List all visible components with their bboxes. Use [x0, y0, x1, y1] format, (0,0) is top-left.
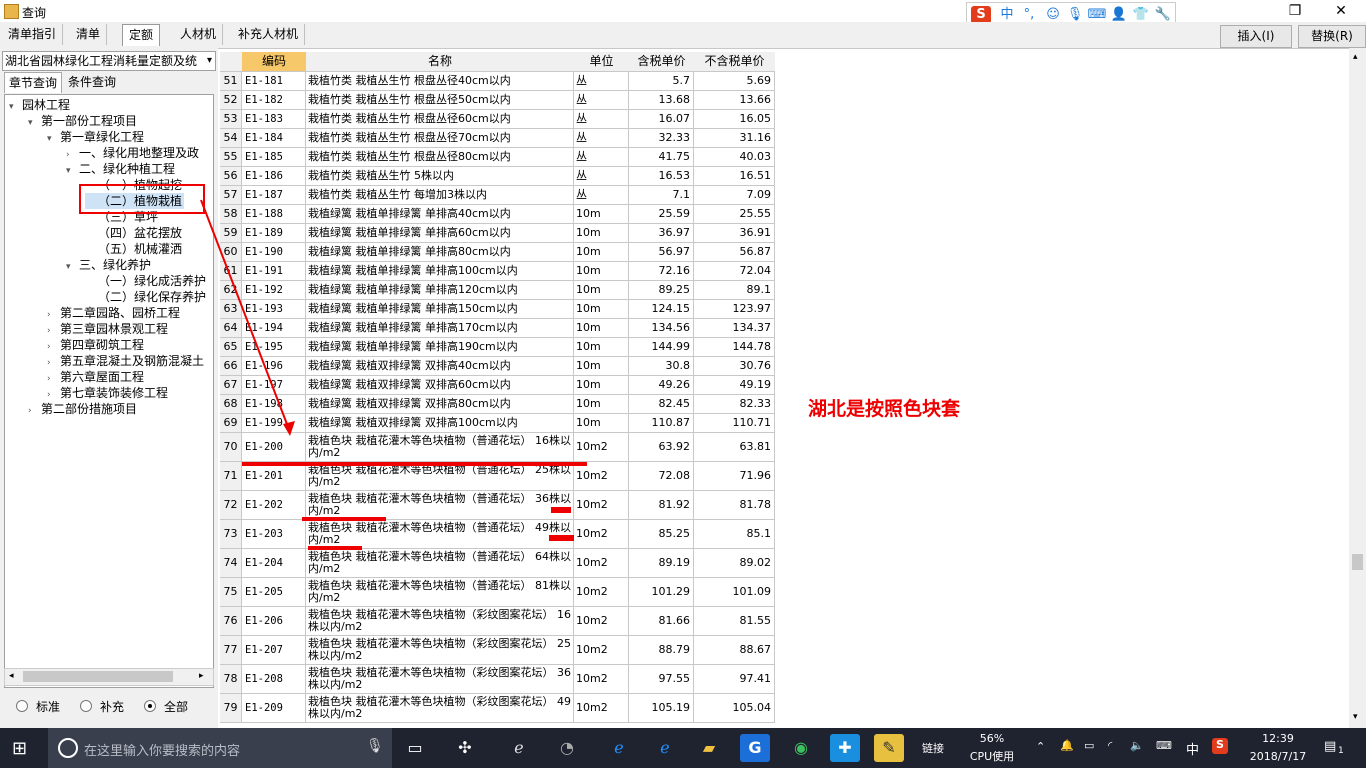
keyboard-icon[interactable]: ⌨: [1156, 739, 1172, 752]
search-box[interactable]: 在这里输入你要搜索的内容 🎙: [48, 728, 392, 768]
mic-icon[interactable]: 🎙: [366, 738, 384, 754]
folder-icon[interactable]: ▰: [694, 734, 724, 762]
cpu-percent: 56%: [979, 732, 1005, 745]
glodon-icon[interactable]: G: [740, 734, 770, 762]
360-icon[interactable]: ◉: [786, 734, 816, 762]
annotation-mark: [549, 535, 574, 541]
quota-app-icon[interactable]: ✎: [874, 734, 904, 762]
sogou-tray-icon[interactable]: S: [1212, 738, 1228, 754]
annotation-note: 湖北是按照色块套: [808, 398, 961, 420]
plus-app-icon[interactable]: ✚: [830, 734, 860, 762]
cpu-label: CPU使用: [969, 750, 1015, 763]
volume-icon[interactable]: 🔈: [1130, 739, 1144, 752]
wifi-icon[interactable]: ◜: [1108, 739, 1112, 752]
clock-date[interactable]: 2018/7/17: [1248, 750, 1308, 763]
ie-blue-icon[interactable]: ℯ: [650, 734, 680, 762]
clock-time[interactable]: 12:39: [1248, 732, 1308, 745]
search-placeholder: 在这里输入你要搜索的内容: [84, 744, 241, 759]
windows-start-icon[interactable]: ⊞: [12, 738, 27, 759]
annotation-underline: [242, 462, 587, 466]
annotation-underline: [302, 517, 386, 521]
link-label[interactable]: 链接: [922, 740, 944, 756]
taskbar: ⊞ 在这里输入你要搜索的内容 🎙 ▭ ✣ ℯ ◔ ℯ ℯ ▰ G ◉ ✚ ✎ 链…: [0, 728, 1366, 768]
battery-icon[interactable]: ▭: [1084, 739, 1094, 752]
annotation-arrow: [200, 199, 295, 436]
notification-icon[interactable]: ▤: [1324, 739, 1336, 754]
chevron-up-icon[interactable]: ⌃: [1036, 740, 1045, 753]
browser-icon[interactable]: ◔: [552, 734, 582, 762]
edge-icon[interactable]: ℯ: [604, 734, 634, 762]
ie-icon[interactable]: ℯ: [504, 734, 534, 762]
task-view-icon[interactable]: ▭: [400, 734, 430, 762]
bell-icon[interactable]: 🔔: [1060, 739, 1074, 752]
lang-indicator[interactable]: 中: [1186, 739, 1199, 758]
annotation-underline: [308, 546, 362, 550]
cortana-icon[interactable]: [58, 738, 78, 758]
annotation-mark: [551, 507, 571, 513]
notification-count: 1: [1338, 746, 1344, 756]
pinwheel-icon[interactable]: ✣: [450, 734, 480, 762]
